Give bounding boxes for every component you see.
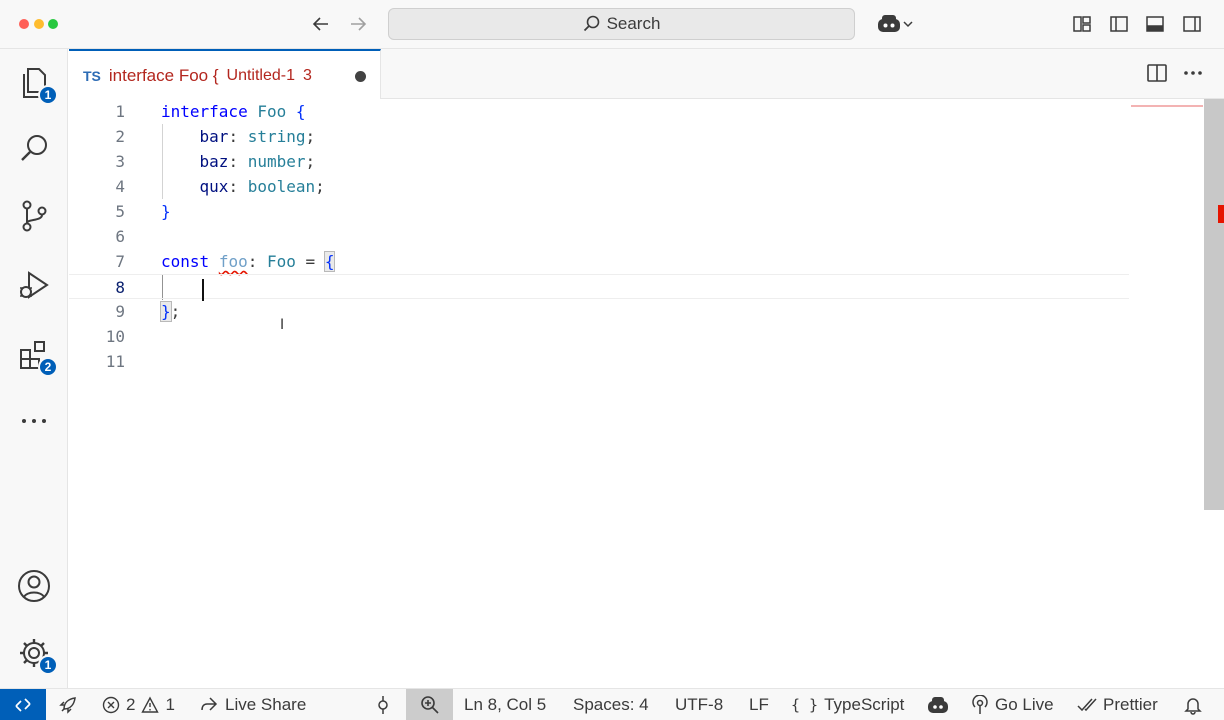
matched-bracket: }: [160, 301, 172, 322]
vertical-scrollbar[interactable]: [1204, 99, 1224, 510]
forward-arrow-icon[interactable]: [346, 12, 370, 36]
minimize-window-button[interactable]: [34, 19, 44, 29]
braces-icon: { }: [791, 696, 819, 714]
copilot-status-item[interactable]: [927, 689, 949, 720]
settings-badge: 1: [38, 655, 58, 675]
error-squiggle: foo: [218, 252, 248, 271]
search-icon: [583, 15, 599, 32]
code-line: 4 qux: boolean;: [115, 177, 325, 196]
cursor-position-status[interactable]: Ln 8, Col 5: [464, 689, 546, 720]
extensions-badge: 2: [38, 357, 58, 377]
encoding-status[interactable]: UTF-8: [675, 689, 723, 720]
tab-untitled-1[interactable]: TS interface Foo { Untitled-1 3: [69, 49, 381, 100]
code-line: 10: [105, 327, 125, 346]
live-share-status-item[interactable]: Live Share: [199, 689, 306, 720]
code-line: 2 bar: string;: [115, 127, 316, 146]
tab-title: interface Foo {: [108, 65, 219, 85]
rocket-status-item[interactable]: [58, 689, 78, 720]
search-icon: [21, 135, 47, 161]
zoom-in-icon: [420, 696, 439, 714]
remote-indicator[interactable]: [0, 689, 46, 720]
problems-status-item[interactable]: 2 1: [102, 689, 175, 720]
close-window-button[interactable]: [19, 19, 29, 29]
double-check-icon: [1077, 698, 1097, 712]
run-and-debug-button[interactable]: [14, 265, 54, 305]
copilot-menu[interactable]: [872, 12, 918, 36]
notifications-button[interactable]: [1183, 689, 1203, 720]
explorer-badge: 1: [38, 85, 58, 105]
remote-icon: [15, 698, 31, 712]
tab-problem-count: 3: [303, 66, 312, 84]
scrollbar-error-marker: [1218, 205, 1224, 223]
search-label: Search: [606, 14, 661, 33]
git-commit-icon: [378, 696, 388, 714]
typescript-file-icon: TS: [83, 67, 101, 84]
matched-bracket: {: [323, 251, 336, 272]
editor-tabs: TS interface Foo { Untitled-1 3: [69, 49, 1224, 100]
commit-status-item[interactable]: [373, 689, 393, 720]
more-actions-icon[interactable]: [1182, 62, 1204, 89]
customize-layout-icon[interactable]: [1070, 12, 1094, 36]
text-cursor: [202, 279, 204, 301]
rocket-icon: [59, 697, 76, 714]
warning-icon: [141, 696, 160, 713]
split-editor-icon[interactable]: [1146, 62, 1168, 89]
extensions-button[interactable]: 2: [14, 335, 58, 377]
more-views-button[interactable]: [14, 401, 54, 441]
live-share-icon: [201, 697, 218, 711]
code-line: 11: [105, 352, 125, 371]
minimap[interactable]: [1131, 105, 1203, 107]
status-bar: 2 1 Live Share Ln 8, Col 5 Spaces: 4 UTF…: [0, 688, 1224, 720]
toggle-primary-sidebar-icon[interactable]: [1107, 12, 1131, 36]
bell-icon: [1184, 698, 1202, 715]
code-line: 5 }: [115, 202, 171, 221]
zoom-window-button[interactable]: [48, 19, 58, 29]
language-mode-status[interactable]: { } TypeScript: [791, 689, 904, 720]
toggle-secondary-sidebar-icon[interactable]: [1180, 12, 1204, 36]
accounts-button[interactable]: [14, 566, 54, 606]
warning-count: 1: [165, 695, 175, 714]
eol-status[interactable]: LF: [749, 689, 769, 720]
chevron-down-icon: [903, 21, 913, 28]
code-line: 1 interface Foo {: [115, 102, 306, 121]
code-line: 3 baz: number;: [115, 152, 316, 171]
run-debug-icon: [20, 271, 49, 299]
activity-bar: 1 2 1: [0, 49, 68, 688]
code-line: 9 };: [115, 301, 181, 322]
code-editor[interactable]: 1 interface Foo { 2 bar: string; 3 baz: …: [69, 99, 1224, 688]
code-line: 6: [115, 227, 125, 246]
more-icon: [22, 419, 46, 423]
active-code-line: 8: [69, 274, 1129, 299]
copilot-icon: [878, 15, 900, 32]
source-control-icon: [22, 200, 47, 232]
error-icon: [102, 696, 120, 714]
toggle-panel-icon[interactable]: [1143, 12, 1167, 36]
back-arrow-icon[interactable]: [309, 12, 333, 36]
indentation-status[interactable]: Spaces: 4: [573, 689, 649, 720]
unsaved-dot-icon[interactable]: [355, 71, 366, 82]
title-bar: Search: [0, 0, 1224, 49]
tab-description: Untitled-1: [226, 66, 295, 84]
zoom-status-item[interactable]: [406, 689, 453, 720]
broadcast-icon: [972, 695, 988, 714]
search-view-button[interactable]: [14, 129, 54, 169]
source-control-button[interactable]: [14, 196, 54, 236]
error-count: 2: [126, 695, 136, 714]
explorer-button[interactable]: 1: [14, 63, 58, 105]
command-center-search[interactable]: Search: [388, 8, 855, 40]
code-line: 7 const foo: Foo = {: [115, 251, 336, 272]
manage-button[interactable]: 1: [14, 633, 58, 675]
copilot-icon: [928, 697, 948, 713]
prettier-status-item[interactable]: Prettier: [1077, 689, 1158, 720]
go-live-status-item[interactable]: Go Live: [971, 689, 1054, 720]
account-icon: [18, 570, 50, 602]
mouse-ibeam-icon: I: [280, 317, 285, 333]
